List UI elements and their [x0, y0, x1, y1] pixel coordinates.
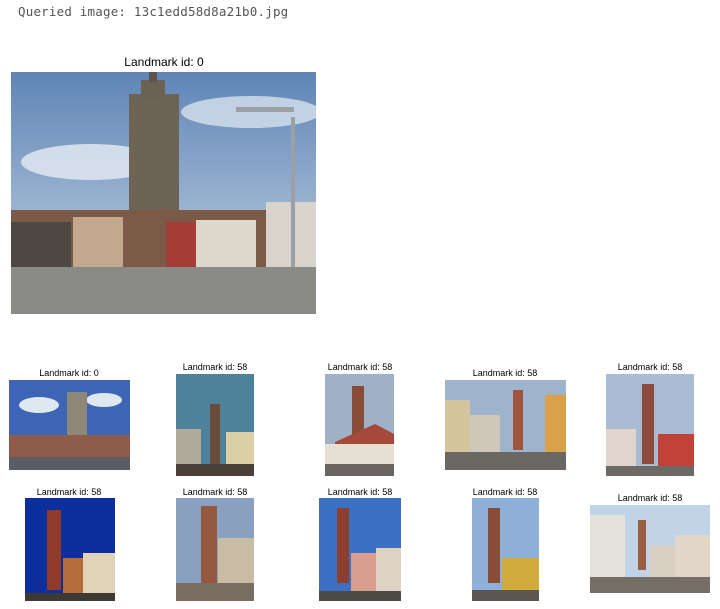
result-image-9: [472, 498, 539, 601]
result-image-7: [176, 498, 254, 601]
result-image-8: [319, 498, 401, 601]
result-label-7: Landmark id: 58: [182, 487, 248, 497]
query-image: [11, 72, 316, 314]
query-label: Landmark id: 0: [124, 55, 204, 69]
result-label-5: Landmark id: 58: [617, 362, 683, 372]
result-image-5: [606, 374, 694, 476]
result-image-10: [590, 505, 710, 593]
result-label-2: Landmark id: 58: [182, 362, 248, 372]
result-label-3: Landmark id: 58: [327, 362, 393, 372]
result-label-6: Landmark id: 58: [36, 487, 102, 497]
result-label-10: Landmark id: 58: [617, 493, 683, 503]
result-image-4: [445, 380, 566, 470]
result-label-8: Landmark id: 58: [327, 487, 393, 497]
result-image-6: [25, 498, 115, 601]
result-label-9: Landmark id: 58: [472, 487, 538, 497]
result-image-3: [325, 374, 394, 476]
query-header: Queried image: 13c1edd58d8a21b0.jpg: [18, 4, 289, 19]
result-label-1: Landmark id: 0: [39, 368, 99, 378]
result-image-1: [9, 380, 130, 470]
result-label-4: Landmark id: 58: [472, 368, 538, 378]
result-image-2: [176, 374, 254, 476]
